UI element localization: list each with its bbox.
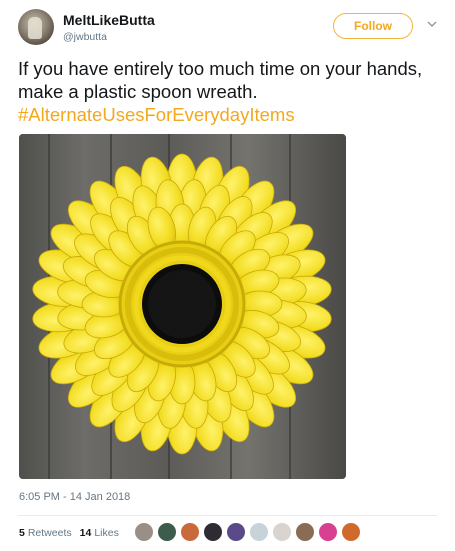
user-info: MeltLikeButta @jwbutta bbox=[63, 12, 155, 44]
liker-avatar[interactable] bbox=[318, 522, 338, 542]
tweet-stats: 5 Retweets 14 Likes bbox=[19, 527, 119, 539]
user-avatar[interactable] bbox=[18, 9, 54, 45]
liker-avatar[interactable] bbox=[157, 522, 177, 542]
user-handle[interactable]: @jwbutta bbox=[63, 30, 155, 44]
retweets-stat[interactable]: 5 Retweets bbox=[19, 527, 72, 539]
liker-avatar[interactable] bbox=[341, 522, 361, 542]
tweet-body: If you have entirely too much time on yo… bbox=[18, 58, 423, 102]
follow-button[interactable]: Follow bbox=[333, 13, 413, 39]
spoon-wreath-image bbox=[19, 134, 346, 479]
chevron-down-icon[interactable] bbox=[427, 19, 437, 29]
liker-avatar[interactable] bbox=[203, 522, 223, 542]
liker-avatar[interactable] bbox=[134, 522, 154, 542]
tweet-timestamp[interactable]: 6:05 PM - 14 Jan 2018 bbox=[19, 491, 130, 503]
liker-avatar[interactable] bbox=[295, 522, 315, 542]
tweet-photo[interactable] bbox=[19, 134, 346, 479]
liker-avatar[interactable] bbox=[226, 522, 246, 542]
user-name[interactable]: MeltLikeButta bbox=[63, 12, 155, 29]
tweet-text: If you have entirely too much time on yo… bbox=[18, 57, 438, 126]
hashtag-link[interactable]: #AlternateUsesForEverydayItems bbox=[18, 103, 438, 126]
liker-avatar[interactable] bbox=[272, 522, 292, 542]
liker-avatar[interactable] bbox=[249, 522, 269, 542]
likes-stat[interactable]: 14 Likes bbox=[80, 527, 119, 539]
divider bbox=[18, 515, 437, 516]
liker-avatar[interactable] bbox=[180, 522, 200, 542]
likers-avatars bbox=[134, 522, 361, 542]
